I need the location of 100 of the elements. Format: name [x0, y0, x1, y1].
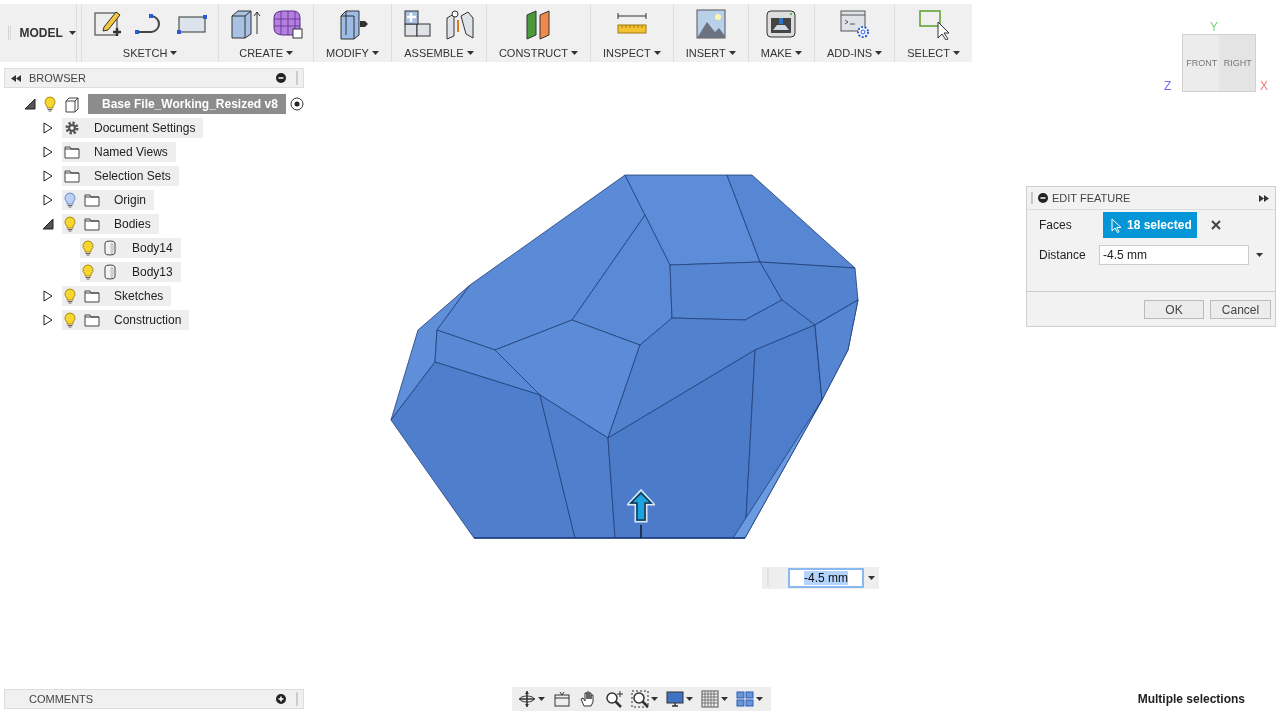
- script-gear-icon[interactable]: [838, 8, 871, 40]
- view-cube[interactable]: FRONT RIGHT: [1182, 34, 1256, 92]
- dimension-input[interactable]: -4.5 mm: [788, 568, 864, 588]
- dropdown-caret-icon[interactable]: [756, 697, 763, 701]
- navigation-tool-button[interactable]: [701, 690, 728, 708]
- caret-icon: [466, 51, 474, 55]
- cube-face-label: RIGHT: [1223, 58, 1252, 68]
- tree-item[interactable]: Document Settings: [62, 118, 204, 138]
- toolbar-menu-button[interactable]: CREATE: [237, 46, 295, 60]
- gear-icon: [64, 119, 80, 137]
- caret-icon: [68, 31, 76, 35]
- expanded-triangle-icon[interactable]: [24, 98, 36, 110]
- axis-label: Z: [1164, 79, 1172, 93]
- dropdown-caret-icon[interactable]: [721, 697, 728, 701]
- caret-icon: [728, 51, 736, 55]
- tree-item[interactable]: Named Views: [62, 142, 176, 162]
- collapsed-triangle-icon[interactable]: [42, 194, 54, 206]
- mesh-cube-icon[interactable]: [271, 8, 304, 40]
- collapsed-triangle-icon[interactable]: [42, 122, 54, 134]
- body-icon: [102, 239, 118, 257]
- toolbar-menu-button[interactable]: SELECT: [905, 46, 962, 60]
- dropdown-caret-icon[interactable]: [538, 697, 545, 701]
- toolbar-menu-button[interactable]: MAKE: [758, 46, 804, 60]
- dropdown-caret-icon[interactable]: [651, 697, 658, 701]
- caret-icon: [286, 51, 293, 55]
- panel-title: COMMENTS: [28, 693, 95, 705]
- cube-face-label: FRONT: [1186, 58, 1218, 68]
- dialog-button[interactable]: Cancel: [1210, 300, 1271, 319]
- dropdown-caret-icon[interactable]: [868, 576, 875, 580]
- tree-item[interactable]: Construction: [62, 310, 190, 330]
- plus-circle-icon[interactable]: [276, 694, 286, 704]
- axis-label: X: [1260, 79, 1268, 93]
- collapsed-triangle-icon[interactable]: [42, 290, 54, 302]
- selection-box-icon[interactable]: [917, 8, 950, 40]
- toolbar-menu-button[interactable]: INSPECT: [600, 46, 663, 60]
- workspace-dropdown[interactable]: MODEL: [19, 4, 78, 62]
- body-icon: [102, 263, 118, 281]
- hand-icon: [579, 690, 597, 708]
- navigation-tool-button[interactable]: [605, 690, 623, 708]
- distance-input[interactable]: -4.5 mm: [1099, 245, 1249, 265]
- arrow-handle-icon[interactable]: [627, 489, 655, 525]
- navigation-tool-button[interactable]: [666, 690, 693, 708]
- minus-circle-icon[interactable]: [1038, 193, 1048, 203]
- toolbar-menu-button[interactable]: SKETCH: [120, 46, 180, 60]
- tree-item[interactable]: Bodies: [62, 214, 159, 234]
- toolbar-menu-button[interactable]: INSERT: [683, 46, 738, 60]
- lightbulb-off-icon[interactable]: [64, 192, 76, 208]
- dialog-button[interactable]: OK: [1144, 300, 1204, 319]
- lightbulb-on-icon[interactable]: [82, 264, 94, 280]
- field-label: Faces: [1039, 218, 1073, 232]
- picture-icon[interactable]: [694, 8, 727, 40]
- navigation-tool-button[interactable]: [736, 690, 763, 708]
- navigation-tool-button[interactable]: [631, 690, 658, 708]
- axis-label: Y: [1210, 20, 1218, 34]
- caret-icon: [953, 51, 960, 55]
- joint-blocks-icon[interactable]: [401, 8, 434, 40]
- collapsed-triangle-icon[interactable]: [42, 146, 54, 158]
- joint-pins-icon[interactable]: [443, 8, 476, 40]
- lightbulb-on-icon[interactable]: [64, 216, 76, 232]
- tree-item[interactable]: Sketches: [62, 286, 172, 306]
- lightbulb-on-icon[interactable]: [64, 288, 76, 304]
- toolbar-menu-button[interactable]: ASSEMBLE: [402, 46, 476, 60]
- box-extrude-icon[interactable]: [229, 8, 262, 40]
- expand-icon[interactable]: [1259, 194, 1269, 202]
- toolbar-menu-button[interactable]: ADD-INS: [824, 46, 885, 60]
- grip-icon: [1031, 192, 1034, 204]
- navigation-tool-button[interactable]: [579, 690, 597, 708]
- lightbulb-on-icon[interactable]: [64, 312, 76, 328]
- tree-item[interactable]: Body13: [80, 262, 181, 282]
- navigation-tool-button[interactable]: [518, 690, 545, 708]
- navigation-tool-button[interactable]: [553, 690, 571, 708]
- tree-item[interactable]: Selection Sets: [62, 166, 179, 186]
- tree-item[interactable]: Origin: [62, 190, 154, 210]
- orbit-icon: [518, 690, 536, 708]
- expanded-triangle-icon[interactable]: [42, 218, 54, 230]
- screen-box-icon: [553, 690, 571, 708]
- folder-icon: [84, 311, 100, 329]
- panel-title: BROWSER: [29, 72, 87, 84]
- clear-icon[interactable]: [1210, 220, 1221, 230]
- printer-icon[interactable]: [765, 8, 798, 40]
- minus-circle-icon[interactable]: [276, 73, 286, 83]
- dropdown-caret-icon[interactable]: [686, 697, 693, 701]
- dropdown-caret-icon[interactable]: [1256, 253, 1263, 257]
- collapse-icon[interactable]: [11, 74, 21, 82]
- caret-icon: [170, 51, 178, 55]
- component-icon: [64, 95, 80, 113]
- zoom-window-icon: [631, 690, 649, 708]
- caret-icon: [794, 51, 802, 55]
- toolbar-menu-button[interactable]: MODIFY: [324, 46, 381, 60]
- collapsed-triangle-icon[interactable]: [42, 170, 54, 182]
- toolbar-menu-button[interactable]: CONSTRUCT: [496, 46, 580, 60]
- lightbulb-on-icon[interactable]: [44, 96, 56, 112]
- caret-icon: [875, 51, 883, 55]
- active-radio-icon[interactable]: [289, 97, 304, 111]
- tree-item[interactable]: Body14: [80, 238, 181, 258]
- field-label: Distance: [1039, 248, 1087, 262]
- lightbulb-on-icon[interactable]: [82, 240, 94, 256]
- grip-icon: [296, 71, 299, 85]
- collapsed-triangle-icon[interactable]: [42, 314, 54, 326]
- folder-icon: [84, 287, 100, 305]
